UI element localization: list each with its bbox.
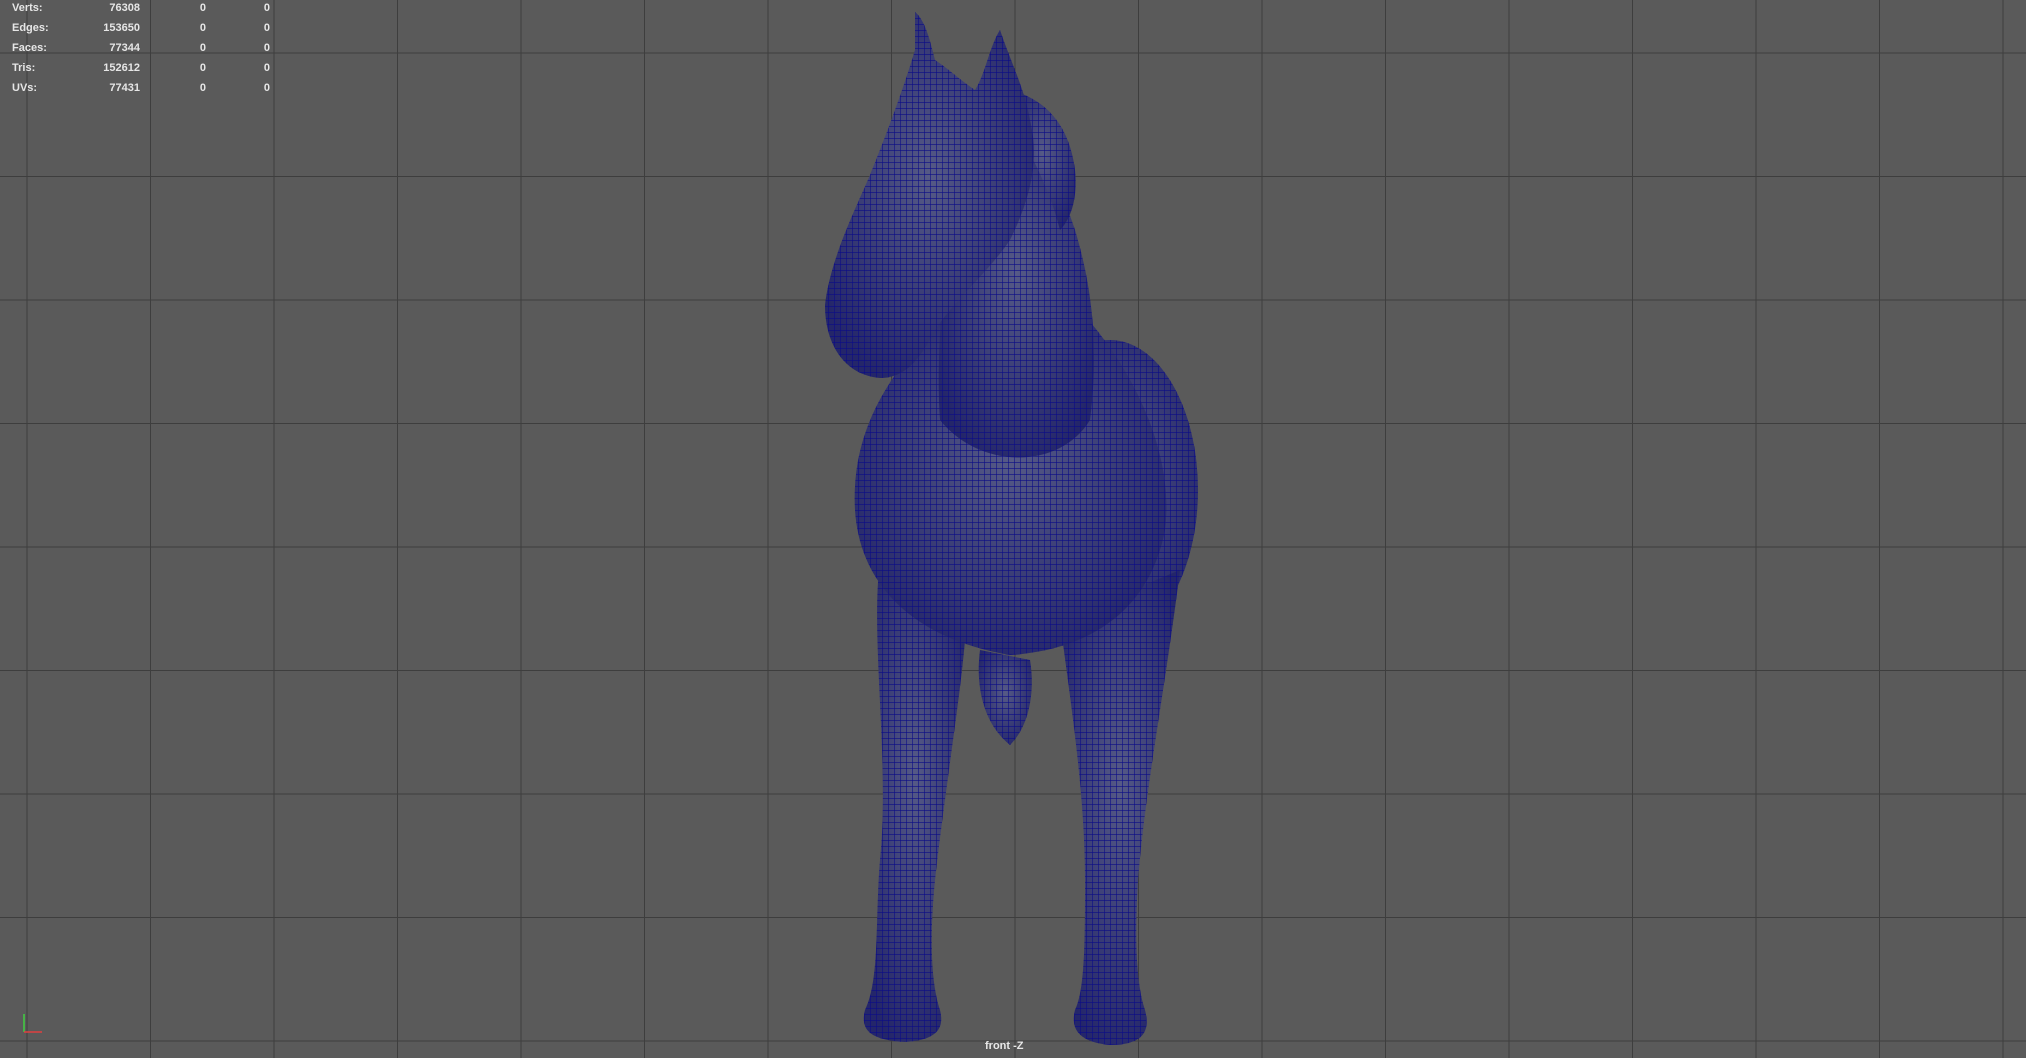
- horse-mesh[interactable]: [0, 0, 2026, 1058]
- hud-selected: 0: [199, 42, 206, 54]
- hud-components: 0: [263, 42, 270, 54]
- hud-total: 77431: [109, 82, 140, 94]
- viewport-front[interactable]: Verts: 76308 0 0 Edges: 153650 0 0 Faces: 77344 0 0…: [0, 0, 2026, 1058]
- hud-total: 77344: [109, 42, 140, 54]
- hud-components: 0: [263, 82, 270, 94]
- hud-selected: 0: [199, 62, 206, 74]
- hud-label: Edges:: [12, 22, 49, 34]
- hud-selected: 0: [199, 22, 206, 34]
- hud-selected: 0: [199, 2, 206, 14]
- horse-body: [825, 12, 1198, 1045]
- hud-label: Verts:: [12, 2, 43, 14]
- hud-label: UVs:: [12, 82, 38, 94]
- hud-components: 0: [263, 22, 270, 34]
- hud-selected: 0: [199, 82, 206, 94]
- hud-components: 0: [263, 62, 270, 74]
- axis-gizmo-icon: [23, 1014, 42, 1033]
- hud-label: Faces:: [12, 42, 47, 54]
- hud-total: 76308: [109, 2, 140, 14]
- hud-total: 152612: [103, 62, 140, 74]
- hud-total: 153650: [103, 22, 140, 34]
- hud-components: 0: [263, 2, 270, 14]
- camera-label: front -Z: [985, 1040, 1024, 1052]
- hud-label: Tris:: [12, 62, 36, 74]
